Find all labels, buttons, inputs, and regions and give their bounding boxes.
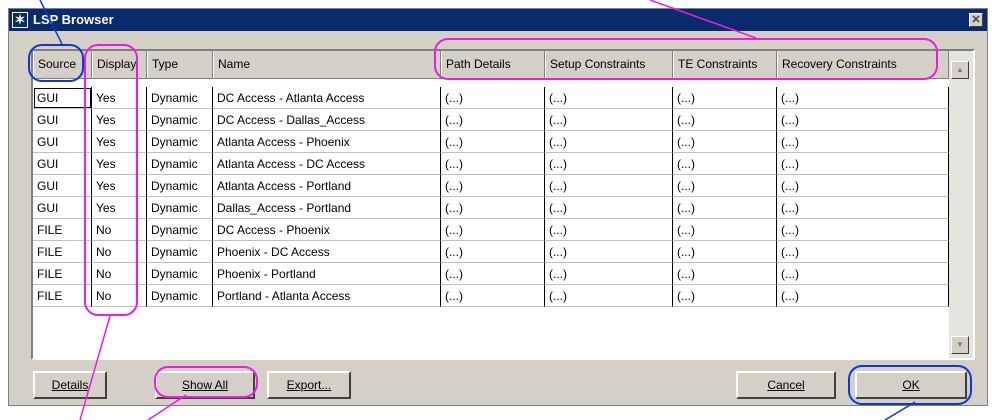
cell-recovery-constraints[interactable]: (...) [777,263,949,285]
cell-name[interactable]: DC Access - Phoenix [213,219,441,241]
annotation-source-highlight [28,44,84,82]
cell-name[interactable]: Phoenix - Portland [213,263,441,285]
cell-te-constraints[interactable]: (...) [673,153,777,175]
cell-te-constraints[interactable]: (...) [673,263,777,285]
lsp-table: Source Display Type Name Path Details Se… [31,49,975,360]
table-row[interactable]: GUI Yes Dynamic Atlanta Access - DC Acce… [33,153,949,175]
cancel-label: Cancel [767,378,805,392]
cell-type[interactable]: Dynamic [147,241,213,263]
cell-path-details[interactable]: (...) [441,131,545,153]
cell-type[interactable]: Dynamic [147,87,213,109]
cell-type[interactable]: Dynamic [147,285,213,307]
cell-recovery-constraints[interactable]: (...) [777,153,949,175]
column-header-type[interactable]: Type [147,51,213,78]
cell-setup-constraints[interactable]: (...) [545,241,673,263]
table-row[interactable]: FILE No Dynamic Phoenix - Portland (...)… [33,263,949,285]
cell-recovery-constraints[interactable]: (...) [777,175,949,197]
cell-type[interactable]: Dynamic [147,197,213,219]
annotation-show-all-highlight [154,366,258,398]
cell-recovery-constraints[interactable]: (...) [777,109,949,131]
cell-setup-constraints[interactable]: (...) [545,175,673,197]
cell-type[interactable]: Dynamic [147,263,213,285]
close-icon[interactable]: ✕ [969,13,983,27]
scroll-down-icon[interactable]: ▼ [951,336,969,354]
annotation-constraints-highlight [434,38,938,80]
cell-recovery-constraints[interactable]: (...) [777,197,949,219]
cell-name[interactable]: Atlanta Access - Phoenix [213,131,441,153]
cell-setup-constraints[interactable]: (...) [545,263,673,285]
cell-te-constraints[interactable]: (...) [673,241,777,263]
cell-type[interactable]: Dynamic [147,153,213,175]
cell-path-details[interactable]: (...) [441,285,545,307]
cell-name[interactable]: Portland - Atlanta Access [213,285,441,307]
annotation-display-highlight [84,44,138,316]
cell-name[interactable]: Dallas_Access - Portland [213,197,441,219]
cancel-button[interactable]: Cancel [736,371,836,399]
cell-type[interactable]: Dynamic [147,219,213,241]
vertical-scrollbar[interactable]: ▲ ▼ [949,51,973,358]
cell-path-details[interactable]: (...) [441,109,545,131]
details-button[interactable]: Details [33,371,107,399]
cell-path-details[interactable]: (...) [441,219,545,241]
cell-type[interactable]: Dynamic [147,175,213,197]
cell-type[interactable]: Dynamic [147,131,213,153]
table-row[interactable]: GUI Yes Dynamic DC Access - Dallas_Acces… [33,109,949,131]
details-label: Details [51,378,89,392]
cell-name[interactable]: DC Access - Atlanta Access [213,87,441,109]
cell-path-details[interactable]: (...) [441,197,545,219]
cell-recovery-constraints[interactable]: (...) [777,87,949,109]
cell-type[interactable]: Dynamic [147,109,213,131]
cell-path-details[interactable]: (...) [441,87,545,109]
cell-path-details[interactable]: (...) [441,175,545,197]
star-icon: ✶ [12,12,28,28]
cell-setup-constraints[interactable]: (...) [545,285,673,307]
title-bar: ✶ LSP Browser ✕ [9,9,987,31]
table-row[interactable]: GUI Yes Dynamic Dallas_Access - Portland… [33,197,949,219]
table-row[interactable]: FILE No Dynamic DC Access - Phoenix (...… [33,219,949,241]
cell-te-constraints[interactable]: (...) [673,131,777,153]
cell-recovery-constraints[interactable]: (...) [777,241,949,263]
cell-setup-constraints[interactable]: (...) [545,153,673,175]
export-button[interactable]: Export... [267,371,351,399]
cell-te-constraints[interactable]: (...) [673,285,777,307]
cell-te-constraints[interactable]: (...) [673,197,777,219]
cell-setup-constraints[interactable]: (...) [545,109,673,131]
column-header-name[interactable]: Name [213,51,441,78]
table-row[interactable]: GUI Yes Dynamic Atlanta Access - Portlan… [33,175,949,197]
cell-te-constraints[interactable]: (...) [673,87,777,109]
cell-setup-constraints[interactable]: (...) [545,87,673,109]
cell-name[interactable]: Phoenix - DC Access [213,241,441,263]
cell-setup-constraints[interactable]: (...) [545,197,673,219]
cell-te-constraints[interactable]: (...) [673,219,777,241]
cell-path-details[interactable]: (...) [441,263,545,285]
cell-te-constraints[interactable]: (...) [673,175,777,197]
window-title: LSP Browser [33,12,114,27]
cell-path-details[interactable]: (...) [441,241,545,263]
cell-recovery-constraints[interactable]: (...) [777,219,949,241]
cell-name[interactable]: Atlanta Access - DC Access [213,153,441,175]
annotation-ok-highlight [848,365,972,405]
cell-setup-constraints[interactable]: (...) [545,131,673,153]
table-row[interactable]: FILE No Dynamic Phoenix - DC Access (...… [33,241,949,263]
cell-te-constraints[interactable]: (...) [673,109,777,131]
cell-recovery-constraints[interactable]: (...) [777,285,949,307]
table-row[interactable]: FILE No Dynamic Portland - Atlanta Acces… [33,285,949,307]
cell-setup-constraints[interactable]: (...) [545,219,673,241]
cell-name[interactable]: Atlanta Access - Portland [213,175,441,197]
cell-name[interactable]: DC Access - Dallas_Access [213,109,441,131]
export-label: Export... [286,378,332,392]
table-row[interactable]: GUI Yes Dynamic Atlanta Access - Phoenix… [33,131,949,153]
table-row[interactable]: GUI Yes Dynamic DC Access - Atlanta Acce… [33,87,949,109]
scroll-up-icon[interactable]: ▲ [951,61,969,79]
cell-recovery-constraints[interactable]: (...) [777,131,949,153]
cell-path-details[interactable]: (...) [441,153,545,175]
